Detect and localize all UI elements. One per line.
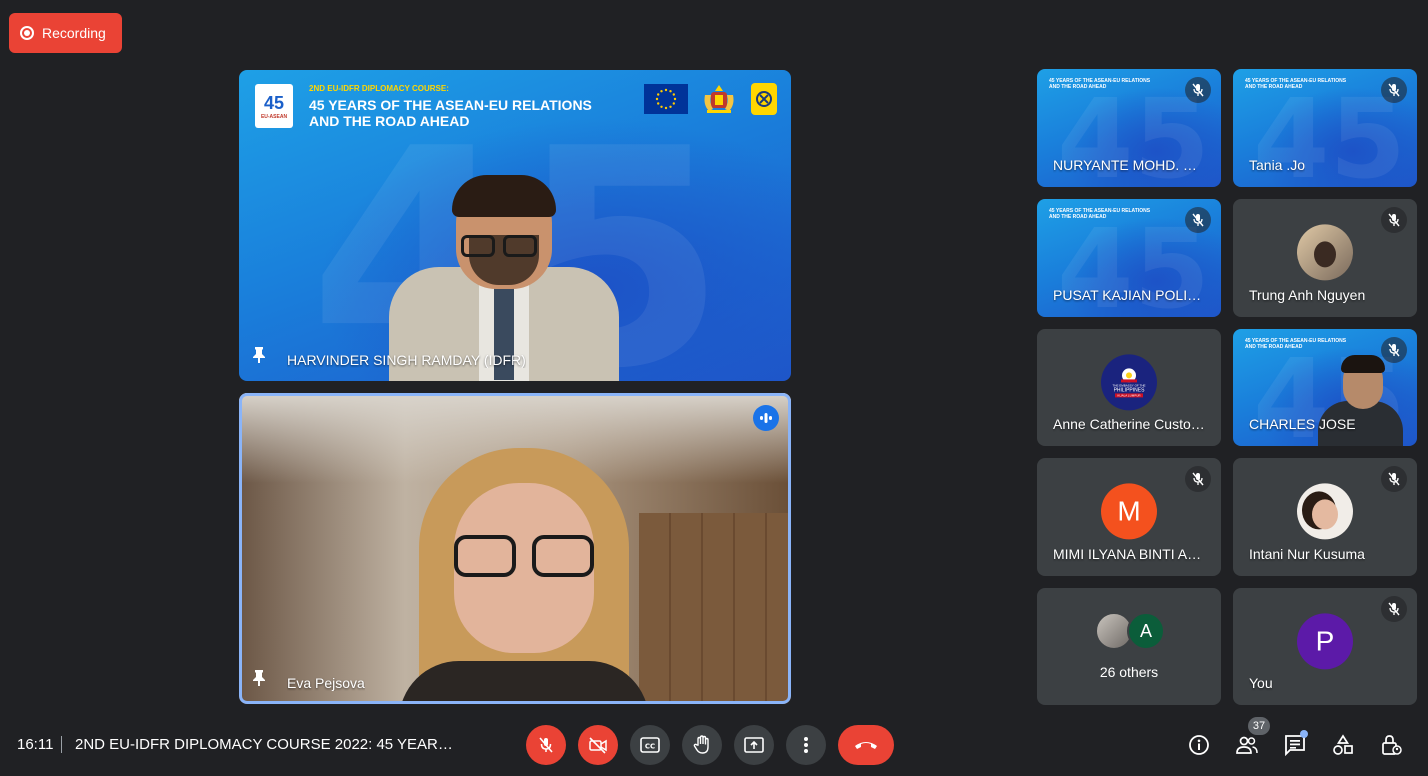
banner-title-line2: AND THE ROAD AHEAD <box>309 113 470 129</box>
avatar <box>1297 224 1353 281</box>
avatar: A <box>1127 612 1165 650</box>
participant-name: HARVINDER SINGH RAMDAY (IDFR) <box>287 352 526 368</box>
speaking-border <box>239 393 791 704</box>
hang-up-icon <box>855 742 877 749</box>
side-tile-you[interactable]: P You <box>1233 588 1417 705</box>
mic-toggle-button[interactable] <box>526 725 566 765</box>
banner-course: 2ND EU-IDFR DIPLOMACY COURSE: <box>309 84 449 93</box>
pin-icon[interactable] <box>251 346 267 369</box>
side-tile-pusat[interactable]: 45 45 YEARS OF THE ASEAN-EU RELATIONS AND… <box>1037 199 1221 317</box>
others-count: 26 others <box>1099 664 1159 680</box>
embassy-seal-avatar: THE EMBASSY OF THE PHILIPPINES KUALA LUM… <box>1101 353 1157 410</box>
mini-banner-title: 45 YEARS OF THE ASEAN-EU RELATIONS AND TH… <box>1245 78 1347 90</box>
mic-off-icon <box>1381 466 1407 492</box>
side-tile-tania[interactable]: 45 45 YEARS OF THE ASEAN-EU RELATIONS AND… <box>1233 69 1417 187</box>
raise-hand-button[interactable] <box>682 725 722 765</box>
mic-off-icon <box>1381 207 1407 233</box>
mic-off-icon <box>1185 77 1211 103</box>
presenter-video <box>379 175 629 381</box>
side-tile-charles[interactable]: 45 45 YEARS OF THE ASEAN-EU RELATIONS AND… <box>1233 329 1417 446</box>
participant-name: MIMI ILYANA BINTI AHMAD <box>1053 546 1208 562</box>
host-controls-button[interactable] <box>1377 731 1405 759</box>
mini-banner-title: 45 YEARS OF THE ASEAN-EU RELATIONS AND TH… <box>1245 338 1347 350</box>
activities-icon <box>1333 734 1353 755</box>
side-tile-nuryante[interactable]: 45 45 YEARS OF THE ASEAN-EU RELATIONS AND… <box>1037 69 1221 187</box>
present-screen-button[interactable] <box>734 725 774 765</box>
main-tile-eva[interactable]: Eva Pejsova <box>239 393 791 704</box>
participant-name: Anne Catherine Custodio <box>1053 416 1208 432</box>
banner-title-line1: 45 YEARS OF THE ASEAN-EU RELATIONS <box>309 97 592 113</box>
participant-count-badge: 37 <box>1248 717 1270 735</box>
captions-icon: CC <box>640 737 660 753</box>
side-tile-anne[interactable]: THE EMBASSY OF THE PHILIPPINES KUALA LUM… <box>1037 329 1221 446</box>
logo-number: 45 <box>263 92 285 113</box>
clock: 16:11 <box>17 736 54 753</box>
mic-off-icon <box>1381 77 1407 103</box>
speaking-indicator <box>753 405 779 431</box>
participant-name: Eva Pejsova <box>287 675 365 691</box>
participant-name: Tania .Jo <box>1249 157 1306 173</box>
participant-name: Trung Anh Nguyen <box>1249 287 1366 303</box>
mini-banner-title: 45 YEARS OF THE ASEAN-EU RELATIONS AND TH… <box>1049 208 1151 220</box>
avatar <box>1297 483 1353 540</box>
record-icon <box>20 26 34 40</box>
eu-flag-icon <box>644 84 688 114</box>
more-vert-icon <box>804 737 808 753</box>
people-button[interactable] <box>1233 731 1261 759</box>
mic-off-icon <box>1381 596 1407 622</box>
camera-toggle-button[interactable] <box>578 725 618 765</box>
mic-off-icon <box>539 737 553 753</box>
lock-person-icon <box>1382 735 1402 755</box>
banner-title: 45 YEARS OF THE ASEAN-EU RELATIONS AND T… <box>309 97 592 129</box>
side-tile-trung[interactable]: Trung Anh Nguyen <box>1233 199 1417 317</box>
seal-text: KUALA LUMPUR <box>1115 392 1143 397</box>
people-icon <box>1236 736 1258 754</box>
avatar: P <box>1297 612 1353 669</box>
mic-off-icon <box>1185 207 1211 233</box>
captions-button[interactable]: CC <box>630 725 670 765</box>
malaysia-crest-icon <box>701 83 737 115</box>
avatar: M <box>1101 483 1157 540</box>
participant-name: PUSAT KAJIAN POLITIK <box>1053 287 1208 303</box>
participant-name: NURYANTE MOHD. YUSOF <box>1053 157 1203 173</box>
idfr-emblem-icon <box>751 83 777 115</box>
participant-name: CHARLES JOSE <box>1249 416 1356 432</box>
bottom-bar: 16:11 2ND EU-IDFR DIPLOMACY COURSE 2022:… <box>0 716 1428 776</box>
hand-icon <box>693 735 709 754</box>
eu-asean-logo: 45 EU-ASEAN <box>255 84 293 128</box>
main-tile-harvinder[interactable]: 45 45 EU-ASEAN 2ND EU-IDFR DIPLOMACY COU… <box>239 70 791 381</box>
chat-unread-dot <box>1300 730 1308 738</box>
participant-name: Intani Nur Kusuma <box>1249 546 1365 562</box>
present-icon <box>744 737 764 753</box>
leave-call-button[interactable] <box>838 725 894 765</box>
activities-button[interactable] <box>1329 731 1357 759</box>
info-icon <box>1189 735 1209 755</box>
recording-label: Recording <box>42 25 106 41</box>
seal-icon <box>1121 367 1137 382</box>
more-options-button[interactable] <box>786 725 826 765</box>
meeting-details-button[interactable] <box>1185 731 1213 759</box>
camera-off-icon <box>589 737 607 754</box>
recording-indicator[interactable]: Recording <box>9 13 122 53</box>
meeting-title[interactable]: 2ND EU-IDFR DIPLOMACY COURSE 2022: 45 YE… <box>75 736 460 753</box>
mic-off-icon <box>1185 466 1211 492</box>
divider <box>61 736 62 753</box>
side-tile-others[interactable]: A 26 others <box>1037 588 1221 705</box>
mic-off-icon <box>1381 337 1407 363</box>
mini-banner-title: 45 YEARS OF THE ASEAN-EU RELATIONS AND TH… <box>1049 78 1151 90</box>
svg-text:CC: CC <box>645 743 655 751</box>
logo-text: EU-ASEAN <box>260 113 288 120</box>
participant-name: You <box>1249 675 1273 691</box>
pin-icon[interactable] <box>251 669 267 692</box>
side-tile-intani[interactable]: Intani Nur Kusuma <box>1233 458 1417 576</box>
side-tile-mimi[interactable]: M MIMI ILYANA BINTI AHMAD <box>1037 458 1221 576</box>
